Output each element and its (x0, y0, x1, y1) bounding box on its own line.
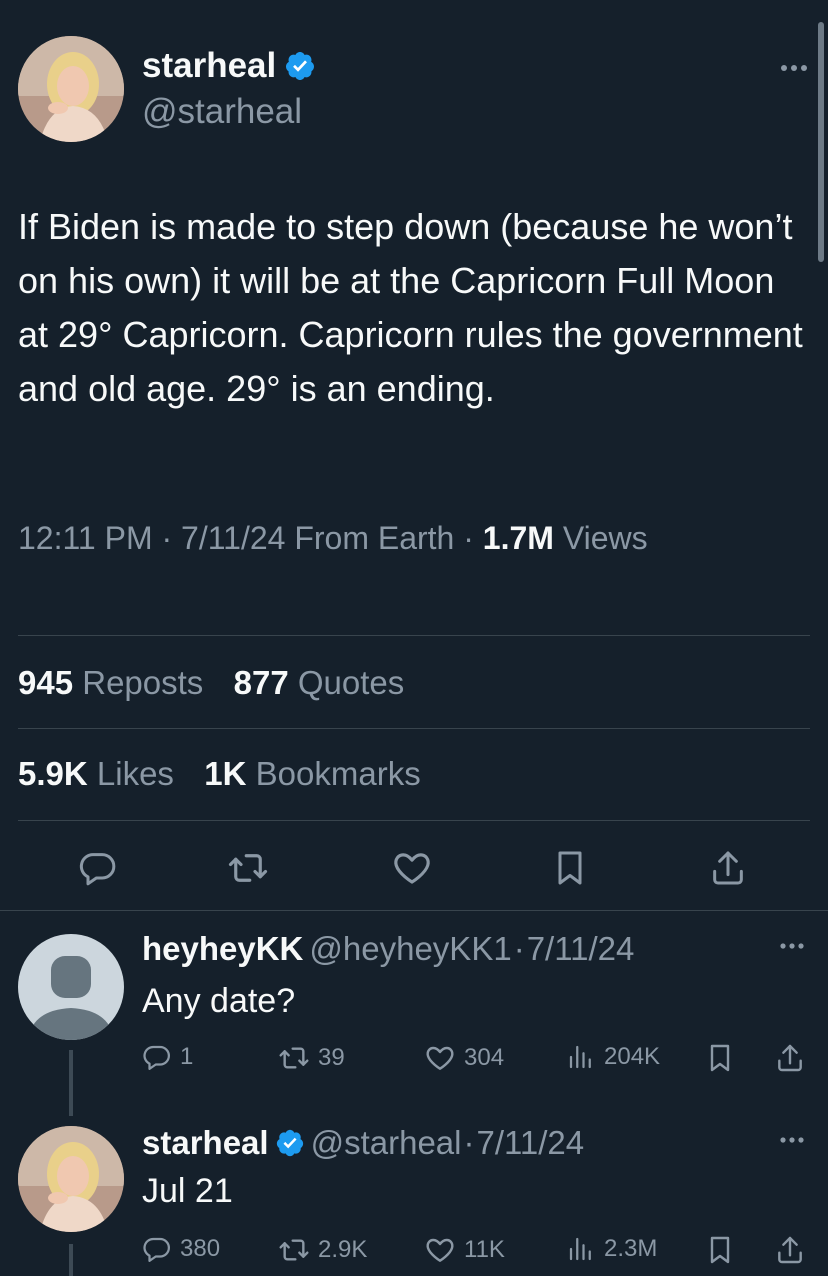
verified-badge-icon (276, 1129, 303, 1157)
reply-text: Any date? (142, 982, 296, 1020)
verified-badge-icon (286, 52, 315, 80)
reply-display-name[interactable]: heyheyKK (142, 930, 303, 968)
tweet-time[interactable]: 12:11 PM (18, 520, 153, 556)
reply-actions: 380 2.9K 11K 2.3M (142, 1232, 812, 1268)
display-name-text[interactable]: starheal (142, 46, 276, 86)
reply-actions: 1 39 304 204K (142, 1040, 812, 1076)
share-icon (778, 1236, 802, 1264)
bookmark-icon (710, 1236, 730, 1264)
likes-count: 5.9K (18, 755, 88, 792)
reply-text: Jul 21 (142, 1172, 233, 1210)
views-count: 2.3M (604, 1235, 658, 1262)
reply-separator: · (513, 930, 525, 967)
divider (18, 728, 810, 729)
likes-stat[interactable]: 5.9K Likes (18, 755, 174, 792)
share-icon (778, 1044, 802, 1072)
reply-display-name[interactable]: starheal (142, 1124, 269, 1162)
views-count: 204K (604, 1043, 661, 1070)
repost-icon (279, 1239, 309, 1261)
reply-share-button[interactable] (774, 1234, 806, 1266)
reply-button[interactable] (70, 840, 126, 896)
divider (18, 820, 810, 821)
likes-label: Likes (96, 755, 174, 792)
tweet-text: If Biden is made to step down (because h… (18, 206, 803, 409)
handle[interactable]: @starheal (142, 92, 302, 132)
reply-count: 380 (180, 1235, 221, 1262)
quotes-stat[interactable]: 877 Quotes (234, 664, 405, 701)
thread-line (69, 1050, 73, 1116)
reply-handle[interactable]: @starheal (311, 1124, 462, 1162)
reply-repost-button[interactable]: 2.9K (278, 1234, 367, 1266)
repost-count: 2.9K (318, 1236, 368, 1263)
reply-bookmark-button[interactable] (704, 1234, 736, 1266)
heart-icon (426, 1238, 454, 1262)
bookmarks-count: 1K (204, 755, 247, 792)
views-label: Views (562, 520, 648, 556)
like-count: 11K (464, 1236, 505, 1263)
bookmark-icon (710, 1044, 730, 1072)
reply-share-button[interactable] (774, 1042, 806, 1074)
share-icon (713, 851, 743, 885)
tweet-meta: 12:11 PM · 7/11/24 From Earth · 1.7M Vie… (18, 520, 648, 556)
bookmarks-stat[interactable]: 1K Bookmarks (204, 755, 420, 792)
reply-like-button[interactable]: 304 (424, 1042, 504, 1074)
reply-icon (79, 853, 116, 886)
bookmark-icon (558, 851, 582, 885)
reply-header: heyheyKK @heyheyKK1 · 7/11/24 (142, 930, 634, 968)
avatar[interactable] (18, 36, 124, 142)
views-chart-icon (569, 1045, 591, 1069)
reply-avatar-default[interactable] (18, 934, 124, 1040)
repost-button[interactable] (220, 840, 276, 896)
more-options-icon[interactable] (776, 58, 812, 78)
repost-icon (228, 854, 268, 882)
repost-icon (279, 1047, 309, 1069)
more-options-icon[interactable] (776, 1132, 808, 1148)
reposts-stat[interactable]: 945 Reposts (18, 664, 203, 701)
reply-count: 1 (180, 1043, 194, 1070)
quotes-count: 877 (233, 664, 289, 701)
views-chart-icon (569, 1237, 591, 1261)
bookmarks-label: Bookmarks (255, 755, 421, 792)
reply-date[interactable]: 7/11/24 (476, 1124, 584, 1162)
reply-repost-button[interactable]: 39 (278, 1042, 345, 1074)
views-count: 1.7M (482, 520, 554, 556)
display-name[interactable]: starheal (142, 46, 316, 86)
tweet-date[interactable]: 7/11/24 (181, 520, 285, 556)
like-count: 304 (464, 1044, 505, 1071)
share-button[interactable] (700, 840, 756, 896)
reply-bookmark-button[interactable] (704, 1042, 736, 1074)
thread-line (69, 1244, 73, 1276)
engagement-row-1: 945 Reposts 877 Quotes (18, 664, 404, 702)
reply-like-button[interactable]: 11K (424, 1234, 505, 1266)
reply-views-button[interactable]: 2.3M (566, 1234, 657, 1264)
tweet-source: From Earth (294, 520, 455, 556)
reply-reply-button[interactable]: 1 (142, 1042, 193, 1072)
reply-views-button[interactable]: 204K (566, 1042, 660, 1072)
divider (0, 910, 828, 911)
reply-header: starheal @starheal · 7/11/24 (142, 1124, 584, 1162)
heart-icon (394, 853, 430, 884)
reply-separator: · (463, 1124, 475, 1161)
divider (18, 635, 810, 636)
engagement-row-2: 5.9K Likes 1K Bookmarks (18, 755, 421, 793)
reply-date[interactable]: 7/11/24 (527, 930, 635, 968)
bookmark-button[interactable] (542, 840, 598, 896)
heart-icon (426, 1046, 454, 1070)
reposts-count: 945 (18, 664, 74, 701)
reposts-label: Reposts (82, 664, 204, 701)
like-button[interactable] (384, 840, 440, 896)
reply-avatar[interactable] (18, 1126, 124, 1232)
reply-reply-button[interactable]: 380 (142, 1234, 220, 1264)
quotes-label: Quotes (297, 664, 405, 701)
reply-handle[interactable]: @heyheyKK1 (309, 930, 511, 968)
repost-count: 39 (318, 1044, 345, 1071)
reply-icon (143, 1237, 170, 1262)
scrollbar[interactable] (818, 22, 824, 262)
reply-icon (143, 1045, 170, 1070)
more-options-icon[interactable] (776, 938, 808, 954)
